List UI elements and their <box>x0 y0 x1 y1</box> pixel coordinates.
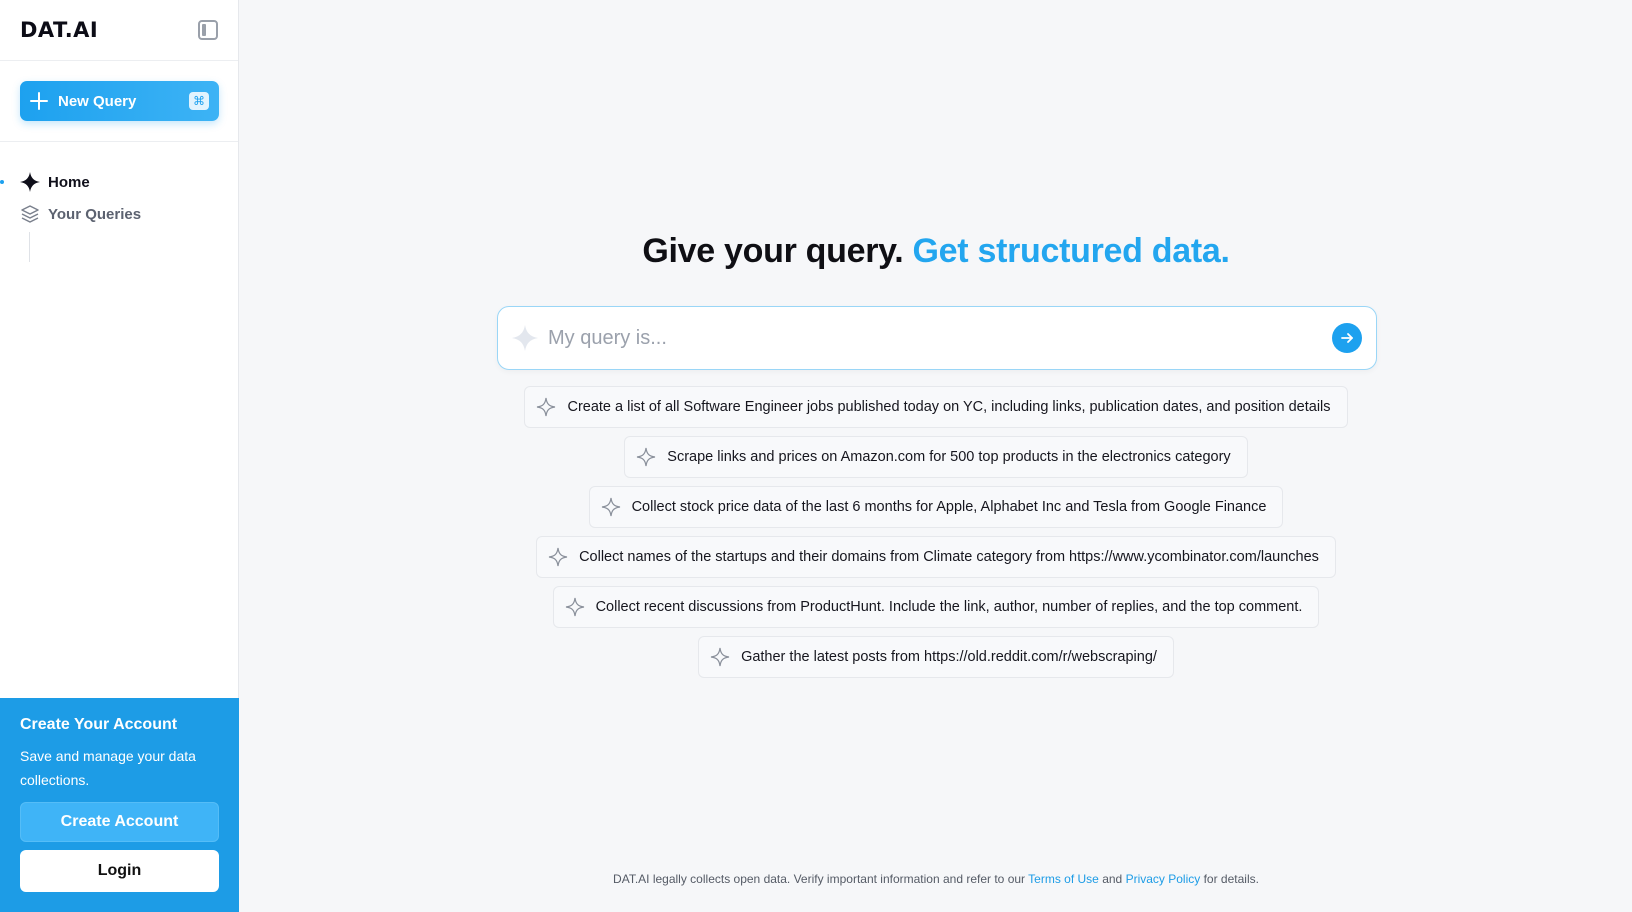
sidebar-toggle-icon[interactable] <box>198 20 218 40</box>
suggestion-text: Collect stock price data of the last 6 m… <box>631 499 1267 515</box>
submit-query-button[interactable] <box>1332 323 1362 353</box>
headline-primary: Give your query. <box>642 232 904 270</box>
active-indicator <box>0 180 4 184</box>
query-input[interactable] <box>548 326 1332 350</box>
suggestion-item[interactable]: Collect stock price data of the last 6 m… <box>588 486 1284 528</box>
main-content: Give your query. Get structured data. Cr… <box>240 0 1632 912</box>
new-query-button[interactable]: New Query ⌘ <box>20 81 219 121</box>
suggestion-item[interactable]: Scrape links and prices on Amazon.com fo… <box>624 436 1248 478</box>
sidebar-nav: Home Your Queries <box>0 142 238 262</box>
sparkle-outline-icon <box>600 496 622 518</box>
account-card-description: Save and manage your data collections. <box>20 748 196 788</box>
sparkle-outline-icon <box>547 546 569 568</box>
privacy-policy-link[interactable]: Privacy Policy <box>1126 872 1201 886</box>
sparkle-outline-icon <box>564 596 586 618</box>
suggestion-text: Collect names of the startups and their … <box>579 549 1319 565</box>
command-key-icon: ⌘ <box>189 92 209 110</box>
sidebar-item-your-queries[interactable]: Your Queries <box>0 198 238 230</box>
sidebar-item-label: Your Queries <box>48 205 142 223</box>
suggestion-list: Create a list of all Software Engineer j… <box>240 386 1632 678</box>
layers-icon <box>20 204 40 224</box>
suggestion-text: Create a list of all Software Engineer j… <box>567 399 1331 415</box>
arrow-right-icon <box>1341 333 1353 343</box>
sparkle-icon <box>512 325 538 351</box>
suggestion-item[interactable]: Collect names of the startups and their … <box>536 536 1336 578</box>
brand-row: DAT.AI <box>0 0 238 61</box>
sparkle-outline-icon <box>709 646 731 668</box>
headline-accent: Get structured data. <box>912 232 1230 270</box>
suggestion-item[interactable]: Collect recent discussions from ProductH… <box>552 586 1320 628</box>
footer-text: DAT.AI legally collects open data. Verif… <box>613 872 1026 886</box>
suggestion-text: Collect recent discussions from ProductH… <box>595 599 1303 615</box>
sidebar-item-label: Home <box>48 173 90 191</box>
query-box <box>497 306 1377 370</box>
footer-text-end: for details. <box>1203 872 1259 886</box>
sidebar: DAT.AI New Query ⌘ Home Your Queries Cre… <box>0 0 239 912</box>
suggestion-item[interactable]: Create a list of all Software Engineer j… <box>524 386 1348 428</box>
login-button[interactable]: Login <box>20 850 219 892</box>
suggestion-text: Scrape links and prices on Amazon.com fo… <box>667 449 1231 465</box>
new-query-section: New Query ⌘ <box>0 61 238 142</box>
suggestion-item[interactable]: Gather the latest posts from https://old… <box>698 636 1174 678</box>
account-card-title: Create Your Account <box>20 716 178 733</box>
footer-and: and <box>1102 872 1123 886</box>
create-account-button[interactable]: Create Account <box>20 802 219 842</box>
sparkle-icon <box>20 172 40 192</box>
sparkle-outline-icon <box>535 396 557 418</box>
sparkle-outline-icon <box>635 446 657 468</box>
terms-of-use-link[interactable]: Terms of Use <box>1028 872 1099 886</box>
nav-tree-line <box>29 232 30 262</box>
sidebar-item-home[interactable]: Home <box>0 166 238 198</box>
app-logo[interactable]: DAT.AI <box>20 18 98 42</box>
page-headline: Give your query. Get structured data. <box>240 232 1632 271</box>
plus-icon <box>30 92 48 110</box>
create-account-card: Create Your Account Save and manage your… <box>0 698 239 912</box>
suggestion-text: Gather the latest posts from https://old… <box>741 649 1157 665</box>
footer-disclaimer: DAT.AI legally collects open data. Verif… <box>240 872 1632 886</box>
new-query-label: New Query <box>58 92 137 110</box>
